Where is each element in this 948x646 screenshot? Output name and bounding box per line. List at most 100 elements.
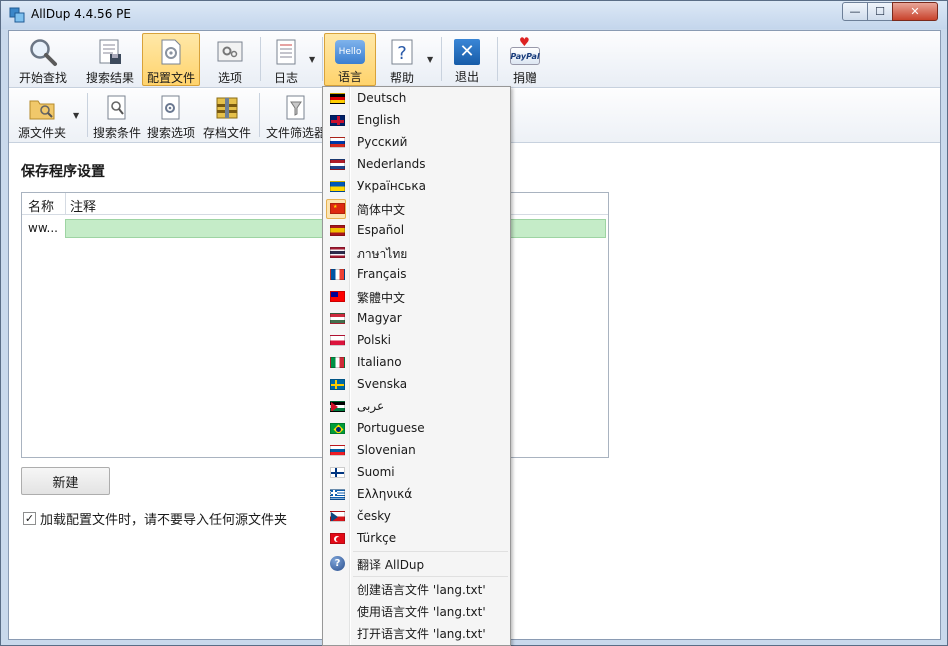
language-item-gb[interactable]: English [325, 110, 508, 132]
language-item-th[interactable]: ภาษาไทย [325, 242, 508, 264]
filter-icon [281, 94, 311, 122]
language-item-tw[interactable]: 繁體中文 [325, 286, 508, 308]
flag-br-icon [330, 423, 345, 434]
search-results-button[interactable]: 搜索结果 [79, 33, 141, 86]
language-item-se[interactable]: Svenska [325, 374, 508, 396]
language-menu: Deutsch English Русский Nederlands Українськ… [322, 86, 511, 646]
language-item-label: Türkçe [357, 531, 397, 545]
log-dropdown-arrow-icon[interactable]: ▼ [309, 55, 315, 64]
language-item-label: Русский [357, 135, 408, 149]
open-lang-file-item[interactable]: 打开语言文件 'lang.txt' [325, 622, 508, 644]
exit-icon: ✕ [451, 37, 483, 66]
language-item-label: 繁體中文 [357, 291, 406, 305]
toolbar-separator [259, 93, 260, 137]
profiles-table[interactable]: 名称 注释 ww... [21, 192, 609, 458]
no-import-checkbox[interactable]: ✓ [23, 512, 36, 525]
log-button[interactable]: 日志 [266, 33, 306, 86]
minimize-button[interactable]: — [842, 2, 868, 21]
open-lang-file-item-label: 打开语言文件 'lang.txt' [357, 627, 486, 641]
language-item-nl[interactable]: Nederlands [325, 154, 508, 176]
language-item-label: Italiano [357, 355, 402, 369]
help-circle-icon: ? [330, 556, 345, 571]
file-filter-label: 文件筛选器 [265, 126, 326, 140]
exit-label: 退出 [454, 70, 479, 84]
language-item-ua[interactable]: Українська [325, 176, 508, 198]
profile-button[interactable]: 配置文件 [142, 33, 200, 86]
svg-text:?: ? [397, 43, 407, 64]
help-button[interactable]: ? 帮助 [381, 33, 423, 86]
flag-pl-icon [330, 335, 345, 346]
language-item-cz[interactable]: česky [325, 506, 508, 528]
no-import-source-folders-option[interactable]: ✓ 加载配置文件时，请不要导入任何源文件夹 [23, 509, 287, 528]
column-divider[interactable] [65, 193, 66, 215]
speech-bubble-icon: Hello [335, 39, 365, 64]
profile-icon [155, 37, 187, 67]
exit-button[interactable]: ✕ 退出 [446, 33, 488, 86]
column-header-note[interactable]: 注释 [70, 196, 96, 215]
language-item-fi[interactable]: Suomi [325, 462, 508, 484]
language-item-de[interactable]: Deutsch [325, 88, 508, 110]
flag-fi-icon [330, 467, 345, 478]
language-item-jo[interactable]: عربى [325, 396, 508, 418]
maximize-icon: ☐ [875, 5, 885, 18]
language-item-label: ภาษาไทย [357, 247, 408, 261]
flag-hu-icon [330, 313, 345, 324]
language-item-cn[interactable]: ★ 简体中文 [325, 198, 508, 220]
language-item-label: Portuguese [357, 421, 425, 435]
maximize-button[interactable]: ☐ [867, 2, 893, 21]
language-item-hu[interactable]: Magyar [325, 308, 508, 330]
language-item-si[interactable]: Slovenian [325, 440, 508, 462]
flag-se-icon [330, 379, 345, 390]
language-item-pl[interactable]: Polski [325, 330, 508, 352]
language-item-label: English [357, 113, 401, 127]
use-lang-file-item[interactable]: 使用语言文件 'lang.txt' [325, 600, 508, 622]
search-criteria-button[interactable]: 搜索条件 [87, 91, 147, 141]
language-item-label: 简体中文 [357, 203, 406, 217]
language-item-gr[interactable]: Ελληνικά [325, 484, 508, 506]
donate-button[interactable]: ♥ PayPal 捐赠 [504, 33, 546, 86]
column-header-name[interactable]: 名称 [28, 196, 54, 215]
options-button[interactable]: 选项 [205, 33, 255, 86]
language-button[interactable]: Hello 语言 [324, 33, 376, 86]
flag-it-icon [330, 357, 345, 368]
file-filter-button[interactable]: 文件筛选器 [265, 91, 327, 141]
title-bar[interactable]: AllDup 4.4.56 PE — ☐ ✕ [1, 1, 947, 29]
flag-cn-icon: ★ [330, 203, 345, 214]
row-name-cell[interactable]: ww... [28, 221, 58, 235]
language-label: 语言 [337, 70, 362, 84]
create-lang-file-item-label: 创建语言文件 'lang.txt' [357, 583, 486, 597]
toolbar-separator [497, 37, 498, 81]
language-item-label: Suomi [357, 465, 395, 479]
language-item-ru[interactable]: Русский [325, 132, 508, 154]
flag-de-icon [330, 93, 345, 104]
search-options-button[interactable]: 搜索选项 [145, 91, 197, 141]
language-item-it[interactable]: Italiano [325, 352, 508, 374]
create-lang-file-item[interactable]: 创建语言文件 'lang.txt' [325, 578, 508, 600]
help-dropdown-arrow-icon[interactable]: ▼ [427, 55, 433, 64]
flag-cz-icon [330, 511, 345, 522]
profile-label: 配置文件 [146, 71, 195, 85]
flag-tw-icon [330, 291, 345, 302]
flag-jo-icon [330, 401, 345, 412]
language-item-label: Polski [357, 333, 392, 347]
language-badge: Hello [338, 46, 362, 57]
new-profile-button[interactable]: 新建 [21, 467, 110, 495]
language-item-label: Svenska [357, 377, 408, 391]
close-button[interactable]: ✕ [892, 2, 938, 21]
source-folder-dropdown-arrow-icon[interactable]: ▼ [73, 111, 79, 120]
archive-files-button[interactable]: 存档文件 [201, 91, 253, 141]
language-item-es[interactable]: Español [325, 220, 508, 242]
translate-alldup-item[interactable]: ? 翻译 AllDup [325, 553, 508, 575]
language-item-label: Français [357, 267, 407, 281]
language-item-fr[interactable]: Français [325, 264, 508, 286]
language-item-br[interactable]: Portuguese [325, 418, 508, 440]
search-criteria-icon [102, 94, 132, 122]
start-search-button[interactable]: 开始查找 [13, 33, 73, 86]
archive-icon [212, 94, 242, 122]
translate-alldup-label: 翻译 AllDup [357, 558, 425, 572]
flag-fr-icon [330, 269, 345, 280]
source-folder-button[interactable]: 源文件夹 [15, 91, 69, 141]
table-row[interactable]: ww... [22, 218, 608, 240]
flag-gr-icon [330, 489, 345, 500]
language-item-tr[interactable]: Türkçe [325, 528, 508, 550]
